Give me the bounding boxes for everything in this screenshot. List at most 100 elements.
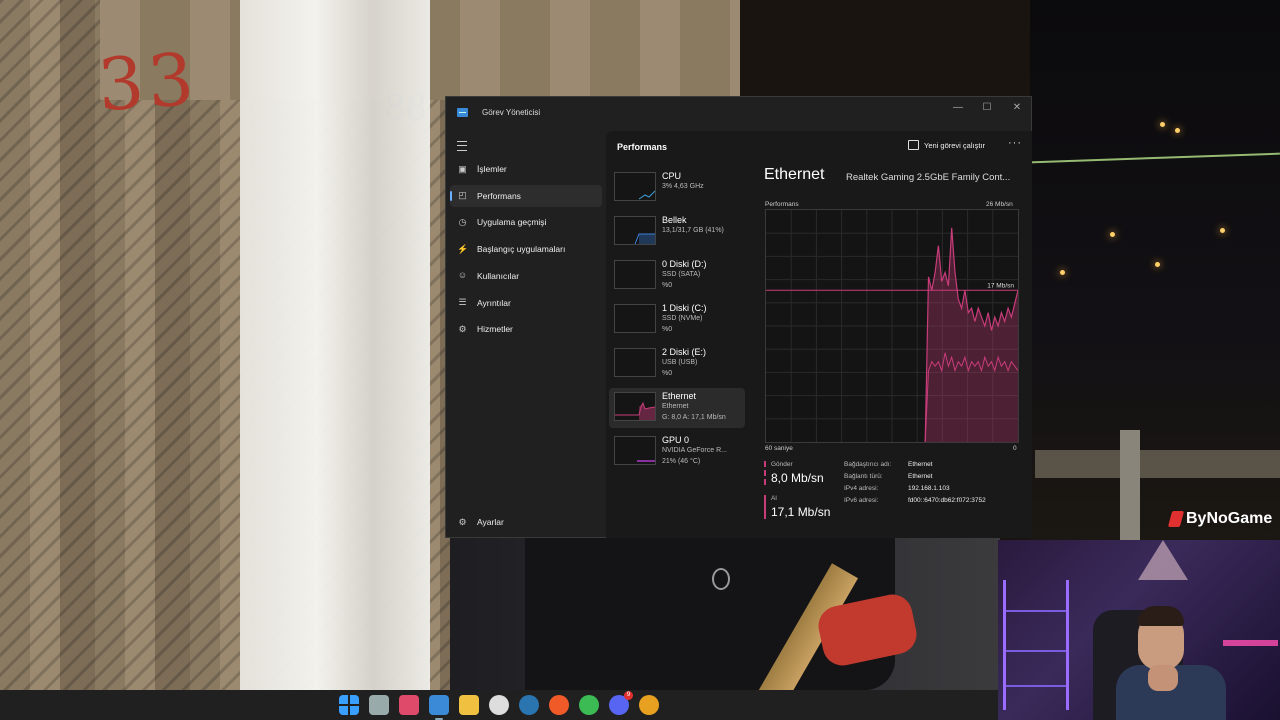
close-button[interactable]: ✕ — [1010, 101, 1024, 115]
chrome-icon[interactable] — [579, 695, 599, 715]
sidebar-item-services[interactable]: ⚙ Hizmetler — [450, 318, 602, 340]
hamburger-menu-icon[interactable] — [457, 141, 467, 151]
performance-icon: ◰ — [458, 190, 467, 201]
sidebar-item-app-history[interactable]: ◷ Uygulama geçmişi — [450, 211, 602, 233]
run-task-label: Yeni görevi çalıştır — [924, 140, 986, 150]
sidebar-item-label: Başlangıç uygulamaları — [477, 244, 566, 255]
time-end-label: 0 — [1013, 445, 1017, 452]
steam-icon[interactable] — [519, 695, 539, 715]
obs-icon[interactable] — [489, 695, 509, 715]
device-sparkline — [615, 401, 655, 420]
window-title: Görev Yöneticisi — [482, 108, 541, 117]
page-title: Performans — [617, 142, 668, 152]
device-item[interactable]: GPU 0 NVIDIA GeForce R... 21% (46 °C) — [609, 432, 745, 472]
graph-max-label: 26 Mb/sn — [986, 201, 1013, 208]
sidebar-item-settings[interactable]: ⚙ Ayarlar — [450, 511, 602, 533]
app-history-icon: ◷ — [458, 216, 467, 227]
task-view-icon[interactable] — [369, 695, 389, 715]
device-name: 2 Diski (E:) — [662, 347, 707, 357]
device-name: GPU 0 — [662, 435, 690, 445]
sidebar-item-label: Ayrıntılar — [477, 297, 511, 308]
marker-label: 17 Mb/sn — [987, 282, 1014, 289]
sidebar-item-details[interactable]: ☰ Ayrıntılar — [450, 292, 602, 314]
sidebar-item-users[interactable]: ☺ Kullanıcılar — [450, 265, 602, 287]
device-thumbnail — [614, 392, 656, 421]
device-thumbnail — [614, 348, 656, 377]
streamer-hair — [1138, 606, 1184, 626]
settings-icon: ⚙ — [458, 516, 467, 527]
device-detail: Ethernet — [662, 403, 689, 410]
run-new-task-button[interactable]: Yeni görevi çalıştır — [908, 140, 985, 150]
property-value: Ethernet — [908, 473, 933, 480]
sidebar-item-processes[interactable]: ▣ İşlemler — [450, 158, 602, 180]
device-name: Bellek — [662, 215, 687, 225]
windows-start-icon[interactable] — [339, 695, 359, 715]
device-name: 0 Diski (D:) — [662, 259, 707, 269]
throughput-chart: 17 Mb/sn — [766, 210, 1019, 443]
file-explorer-icon[interactable] — [459, 695, 479, 715]
device-sparkline — [638, 190, 655, 200]
send-label: Gönder — [771, 461, 793, 468]
taskbar: 9 — [0, 690, 998, 720]
task-manager-icon[interactable] — [429, 695, 449, 720]
task-manager-app-icon — [457, 108, 468, 117]
time-span-label: 60 saniye — [765, 445, 793, 452]
sidebar-nav: ▣ İşlemler ◰ Performans ◷ Uygulama geçmişi… — [446, 131, 606, 538]
device-name: 1 Diski (C:) — [662, 303, 707, 313]
property-row: Bağdaştırıcı adı: Ethernet — [844, 461, 986, 473]
discord-icon[interactable]: 9 — [609, 691, 633, 715]
sidebar-item-label: Uygulama geçmişi — [477, 217, 547, 228]
property-row: IPv4 adresi: 192.168.1.103 — [844, 485, 986, 497]
adapter-properties: Bağdaştırıcı adı: Ethernet Bağlantı türü:… — [844, 461, 986, 509]
device-detail: SSD (NVMe) — [662, 315, 703, 322]
sidebar-item-label: Performans — [477, 190, 521, 201]
send-value: 8,0 Mb/sn — [771, 471, 824, 485]
maximize-button[interactable]: ☐ — [980, 101, 994, 115]
device-detail: SSD (SATA) — [662, 271, 701, 278]
device-name: Ethernet — [662, 391, 697, 401]
brave-icon[interactable] — [549, 695, 569, 715]
minimize-button[interactable]: — — [951, 101, 965, 115]
device-item[interactable]: 0 Diski (D:) SSD (SATA) %0 — [609, 256, 745, 296]
snipping-tool-icon[interactable] — [399, 695, 419, 715]
run-task-icon — [908, 140, 919, 150]
sidebar-item-performance[interactable]: ◰ Performans — [450, 184, 602, 207]
sidebar-item-label: İşlemler — [477, 164, 507, 174]
painted-number: 33 — [95, 36, 201, 128]
property-key: Bağlantı türü: — [844, 473, 883, 480]
device-detail: 13,1/31,7 GB (41%) — [662, 227, 724, 234]
led-strip — [1223, 640, 1278, 646]
fence-post — [1120, 430, 1140, 540]
coat-button — [712, 568, 730, 590]
brand-logo-icon — [1167, 511, 1185, 527]
device-sparkline — [615, 305, 655, 332]
sidebar-item-label: Ayarlar — [477, 517, 504, 527]
device-thumbnail — [614, 216, 656, 245]
more-options-button[interactable]: ··· — [1008, 137, 1022, 149]
fence-rail — [1035, 450, 1280, 478]
device-item[interactable]: 1 Diski (C:) SSD (NVMe) %0 — [609, 300, 745, 340]
title-bar[interactable]: Görev Yöneticisi — ☐ ✕ — [446, 97, 1031, 131]
property-row: Bağlantı türü: Ethernet — [844, 473, 986, 485]
device-item[interactable]: CPU 3% 4,63 GHz — [609, 168, 745, 208]
receive-stat: Al 17,1 Mb/sn — [764, 495, 851, 519]
sidebar-item-startup-apps[interactable]: ⚡ Başlangıç uygulamaları — [450, 238, 602, 260]
device-sparkline — [615, 349, 655, 376]
content-header: Performans Yeni görevi çalıştır ··· — [606, 131, 1032, 163]
device-item[interactable]: Bellek 13,1/31,7 GB (41%) — [609, 212, 745, 252]
device-item[interactable]: Ethernet Ethernet G: 8,0 A: 17,1 Mb/sn — [609, 388, 745, 428]
brand-text: ByNoGame — [1186, 510, 1273, 527]
services-icon: ⚙ — [458, 323, 467, 334]
device-detail: 3% 4,63 GHz — [662, 183, 704, 190]
wall-decor — [1138, 540, 1188, 580]
white-cloth — [240, 0, 430, 690]
chrome-profile-icon[interactable] — [639, 695, 659, 715]
main-content: Performans Yeni görevi çalıştır ··· CPU 3… — [606, 131, 1032, 538]
device-detail: NVIDIA GeForce R... — [662, 447, 727, 454]
property-key: IPv4 adresi: — [844, 485, 879, 492]
device-item[interactable]: 2 Diski (E:) USB (USB) %0 — [609, 344, 745, 384]
device-detail: USB (USB) — [662, 359, 698, 366]
device-name: CPU — [662, 171, 682, 181]
graph-label: Performans — [765, 201, 799, 208]
property-value: 192.168.1.103 — [908, 485, 950, 492]
